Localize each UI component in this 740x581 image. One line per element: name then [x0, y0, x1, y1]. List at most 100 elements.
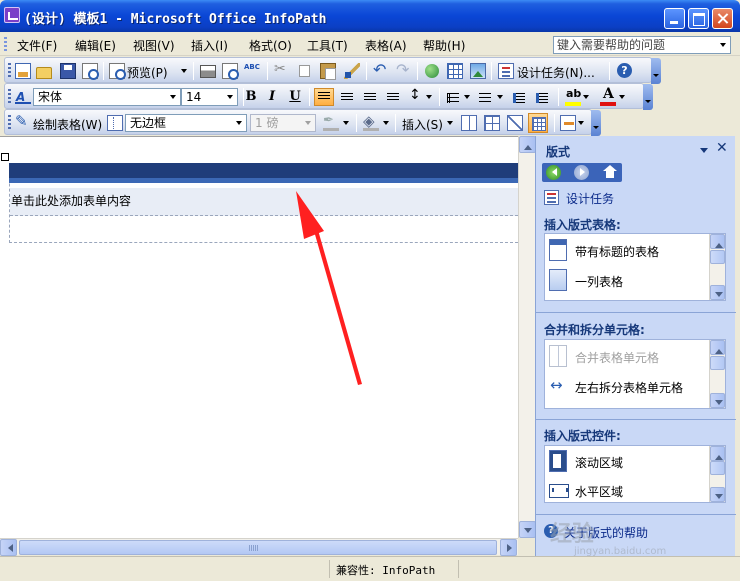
paste-icon[interactable]: [320, 63, 336, 80]
close-button[interactable]: [712, 8, 733, 29]
preview-button-label[interactable]: 预览(P): [127, 64, 168, 81]
border-style-combo[interactable]: 无边框: [125, 114, 247, 132]
toolbar-grip-icon[interactable]: [8, 63, 11, 79]
list-scrollbar[interactable]: [709, 340, 725, 408]
table-properties-dropdown-icon[interactable]: [578, 121, 584, 128]
border-color-dropdown-icon[interactable]: [343, 121, 349, 128]
open-folder-icon[interactable]: [36, 67, 52, 79]
design-tasks-button-label[interactable]: 设计任务(N)...: [517, 64, 595, 81]
numbered-list-icon[interactable]: [447, 93, 459, 103]
align-center-icon[interactable]: [341, 93, 353, 102]
help-search-dropdown-icon[interactable]: [716, 37, 730, 53]
menu-format[interactable]: 格式(O): [249, 37, 292, 54]
preview-icon[interactable]: [109, 63, 126, 80]
border-weight-combo[interactable]: 1 磅: [250, 114, 316, 132]
highlight-icon[interactable]: [565, 87, 581, 106]
underline-button[interactable]: U: [285, 88, 305, 106]
list-item-titled-table[interactable]: 带有标题的表格: [547, 236, 707, 264]
canvas-horizontal-scrollbar[interactable]: [0, 538, 518, 556]
list-scroll-down-icon[interactable]: [710, 285, 725, 300]
menu-tools[interactable]: 工具(T): [307, 37, 348, 54]
text-style-icon[interactable]: [15, 89, 31, 105]
list-item-horizontal-region[interactable]: 水平区域: [547, 476, 707, 502]
line-spacing-dropdown-icon[interactable]: [426, 95, 432, 102]
form-content-placeholder[interactable]: 单击此处添加表单内容: [10, 188, 518, 216]
title-bar[interactable]: (设计) 模板1 - Microsoft Office InfoPath: [0, 0, 740, 32]
menu-help[interactable]: 帮助(H): [423, 37, 465, 54]
bold-button[interactable]: B: [239, 88, 263, 106]
font-name-dropdown-icon[interactable]: [166, 89, 180, 105]
numbered-list-dropdown-icon[interactable]: [464, 95, 470, 102]
shading-icon[interactable]: [363, 112, 379, 131]
list-scroll-thumb[interactable]: [710, 250, 725, 264]
shading-dropdown-icon[interactable]: [383, 121, 389, 128]
minimize-button[interactable]: [664, 8, 685, 29]
undo-icon[interactable]: [372, 60, 388, 79]
help-search-input[interactable]: 键入需要帮助的问题: [553, 36, 731, 54]
justify-icon[interactable]: [387, 93, 399, 102]
redo-icon[interactable]: [395, 60, 411, 79]
menu-view[interactable]: 视图(V): [133, 37, 175, 54]
toolbar-grip-icon[interactable]: [8, 115, 11, 131]
list-item-split-cells[interactable]: 左右拆分表格单元格: [547, 372, 707, 400]
save-icon[interactable]: [60, 63, 76, 79]
canvas-vertical-scrollbar[interactable]: [518, 136, 536, 538]
format-painter-icon[interactable]: [344, 63, 360, 79]
task-pane-menu-dropdown-icon[interactable]: [700, 148, 708, 157]
scroll-left-icon[interactable]: [0, 539, 17, 556]
scroll-up-icon[interactable]: [519, 136, 536, 153]
maximize-button[interactable]: [688, 8, 709, 29]
align-left-button[interactable]: [314, 88, 334, 106]
back-icon[interactable]: [546, 165, 561, 180]
scroll-down-icon[interactable]: [519, 521, 536, 538]
forward-icon[interactable]: [574, 165, 589, 180]
highlight-dropdown-icon[interactable]: [583, 95, 589, 102]
print-preview-icon[interactable]: [222, 63, 239, 80]
list-item-one-column-table[interactable]: 一列表格: [547, 266, 707, 294]
form-design-canvas[interactable]: 单击此处添加表单内容: [0, 136, 518, 538]
font-color-dropdown-icon[interactable]: [619, 95, 625, 102]
cut-icon[interactable]: [273, 61, 289, 79]
layout-table-header-band[interactable]: [9, 163, 518, 183]
web-icon[interactable]: [425, 64, 439, 78]
layout-table-icon[interactable]: [528, 113, 548, 133]
bulleted-list-icon[interactable]: [479, 93, 491, 103]
font-size-combo[interactable]: 14: [181, 88, 238, 106]
toolbar-grip-icon[interactable]: [8, 89, 11, 105]
align-right-icon[interactable]: [364, 93, 376, 102]
menu-table[interactable]: 表格(A): [365, 37, 407, 54]
permission-icon[interactable]: [82, 63, 99, 80]
bulleted-list-dropdown-icon[interactable]: [497, 95, 503, 102]
list-scroll-thumb[interactable]: [710, 461, 725, 475]
help-icon[interactable]: ?: [617, 63, 632, 78]
scroll-right-icon[interactable]: [500, 539, 517, 556]
border-style-dropdown-icon[interactable]: [232, 115, 246, 131]
merge-cells-toolbar-icon[interactable]: [461, 115, 477, 131]
table-properties-icon[interactable]: [560, 115, 576, 131]
toolbar-options-icon[interactable]: [643, 84, 653, 110]
menu-edit[interactable]: 编辑(E): [75, 37, 116, 54]
border-color-icon[interactable]: [323, 113, 339, 131]
list-scroll-down-icon[interactable]: [710, 393, 725, 408]
border-weight-dropdown-icon[interactable]: [301, 115, 315, 131]
list-scroll-up-icon[interactable]: [710, 234, 725, 249]
design-icon[interactable]: [15, 63, 31, 79]
menu-bar-grip-icon[interactable]: [4, 37, 7, 51]
list-item-scrolling-region[interactable]: 滚动区域: [547, 447, 707, 475]
increase-indent-icon[interactable]: [536, 93, 548, 103]
list-scroll-up-icon[interactable]: [710, 446, 725, 461]
menu-file[interactable]: 文件(F): [17, 37, 57, 54]
draw-table-button-label[interactable]: 绘制表格(W): [33, 116, 102, 133]
list-scrollbar[interactable]: [709, 234, 725, 300]
list-scroll-thumb[interactable]: [710, 356, 725, 370]
spelling-icon[interactable]: [244, 63, 260, 79]
horizontal-scroll-thumb[interactable]: [19, 540, 497, 555]
list-scrollbar[interactable]: [709, 446, 725, 502]
draw-diagonal-icon[interactable]: [507, 115, 523, 131]
selection-handle-icon[interactable]: [1, 153, 9, 161]
task-pane-close-icon[interactable]: ✕: [716, 140, 728, 156]
toolbar-options-icon[interactable]: [651, 58, 661, 84]
decrease-indent-icon[interactable]: [513, 93, 525, 103]
list-scroll-up-icon[interactable]: [710, 340, 725, 355]
font-size-dropdown-icon[interactable]: [223, 89, 237, 105]
